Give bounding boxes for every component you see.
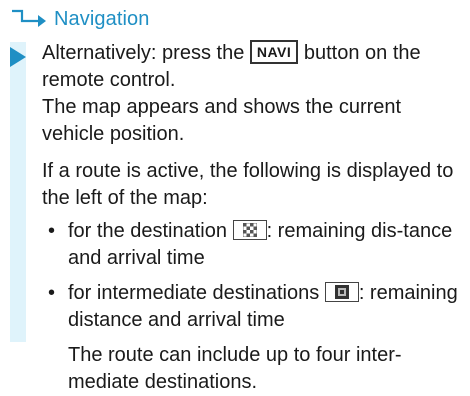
list-item: for the destination : remaining dis-tanc… — [42, 218, 462, 272]
step-line3: If a route is active, the following is d… — [42, 160, 454, 209]
breadcrumb-arrow-icon — [12, 9, 46, 27]
step-content: Alternatively: press the NAVI button on … — [42, 40, 462, 396]
step-line1: Alternatively: press the NAVI button on … — [42, 40, 421, 91]
step-line2: The map appears and shows the current ve… — [42, 96, 402, 145]
step-arrow-icon — [10, 47, 26, 67]
result-list: for the destination : remaining dis-tanc… — [42, 218, 462, 334]
list-item: for intermediate destinations : remainin… — [42, 280, 462, 334]
breadcrumb: Navigation — [10, 4, 150, 34]
section-title: Navigation — [54, 7, 150, 30]
note-text: The route can include up to four inter-m… — [68, 344, 402, 393]
navi-key-icon: NAVI — [249, 40, 299, 64]
step-panel — [10, 42, 26, 342]
waypoint-flag-icon — [324, 282, 359, 302]
checkered-flag-icon — [232, 220, 267, 240]
